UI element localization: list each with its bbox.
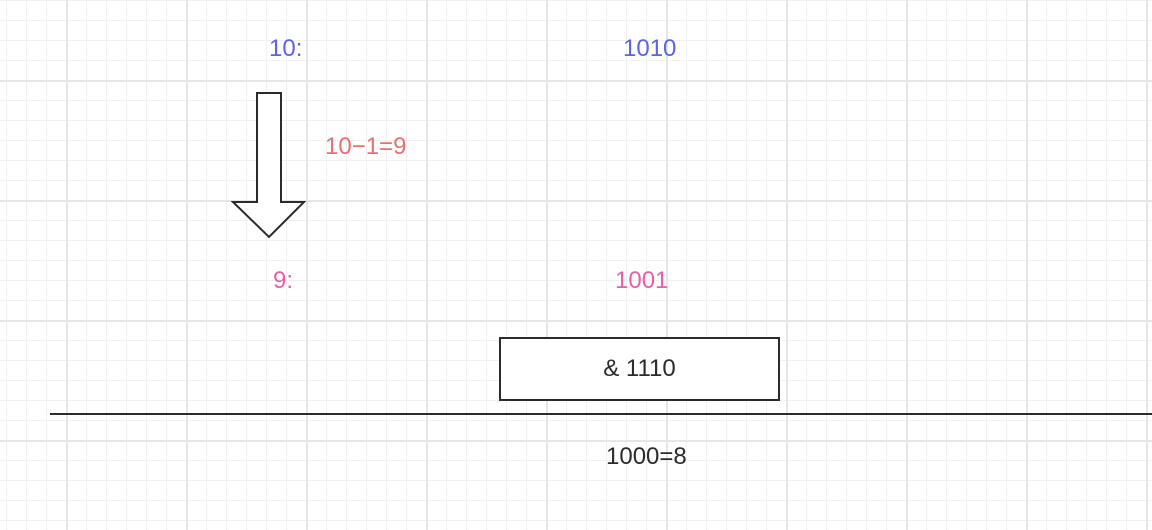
result-label: 1000=8 [606, 443, 687, 470]
decimal-nine-label: 9: [273, 267, 294, 294]
arrow-down-icon [230, 92, 307, 239]
binary-ten-value: 1010 [623, 35, 677, 62]
subtract-one-label: 10−1=9 [325, 133, 407, 160]
result-divider [50, 413, 1152, 415]
binary-nine-value: 1001 [615, 267, 669, 294]
and-operation-box: & 1110 [499, 337, 780, 401]
decimal-ten-label: 10: [269, 35, 303, 62]
and-operation-label: & 1110 [603, 355, 676, 382]
diagram-canvas: 10: 1010 10−1=9 9: 1001 & 1110 1000=8 [0, 0, 1152, 530]
